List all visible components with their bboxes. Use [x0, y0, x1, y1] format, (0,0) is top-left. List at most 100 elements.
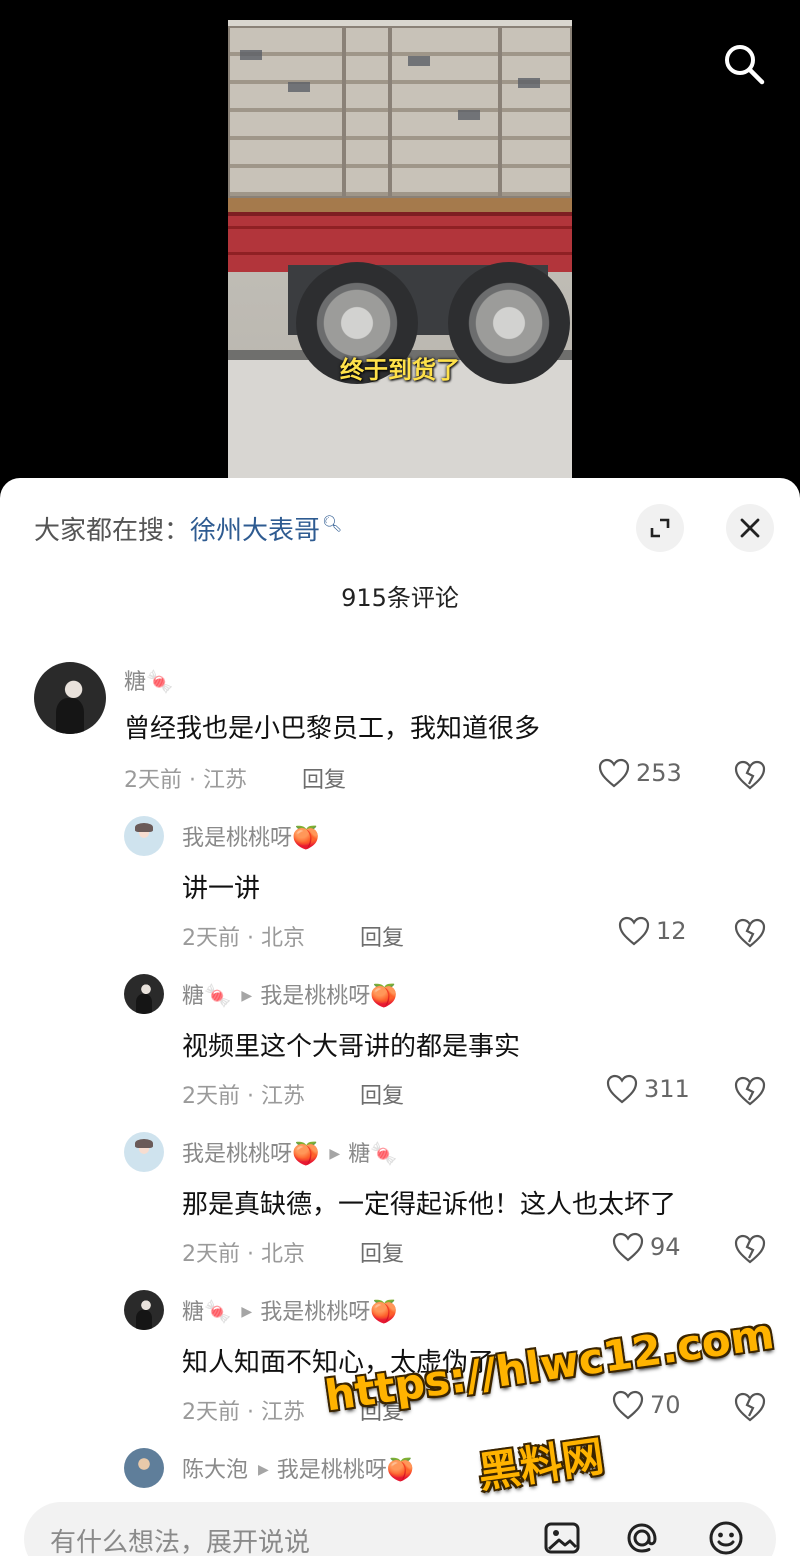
cargo-stack — [344, 26, 390, 198]
comment-meta: 2天前 · 北京 — [182, 926, 305, 951]
heart-icon — [612, 1232, 644, 1262]
comment-text: 曾经我也是小巴黎员工，我知道很多 — [124, 714, 541, 744]
image-button[interactable] — [540, 1516, 584, 1556]
avatar[interactable] — [124, 816, 164, 856]
reply-button[interactable]: 回复 — [360, 1236, 404, 1268]
search-icon: 🔍︎ — [322, 514, 343, 534]
dislike-button[interactable] — [734, 1392, 766, 1426]
reply-to-username[interactable]: 我是桃桃呀🍑 — [260, 1300, 397, 1325]
comment-input-bar[interactable]: 有什么想法，展开说说 — [24, 1502, 776, 1556]
cargo-stack — [390, 26, 500, 198]
search-button[interactable] — [722, 42, 766, 86]
heart-icon — [612, 1390, 644, 1420]
avatar[interactable] — [124, 1448, 164, 1488]
like-button[interactable]: 12 — [618, 916, 687, 946]
close-button[interactable] — [726, 504, 774, 552]
reply-button[interactable]: 回复 — [360, 1078, 404, 1110]
comment-username[interactable]: 糖🍬 — [182, 1300, 231, 1325]
trailer-stripe — [228, 252, 572, 255]
comment-username[interactable]: 我是桃桃呀🍑 — [182, 1142, 319, 1167]
like-count: 253 — [636, 759, 682, 787]
reply-item: 陈大泡 ▶ 我是桃桃呀🍑 — [0, 1448, 800, 1488]
trending-search-keyword[interactable]: 徐州大表哥 — [190, 516, 320, 546]
comment-item: 糖🍬 曾经我也是小巴黎员工，我知道很多 2天前 · 江苏 回复 253 — [0, 658, 800, 808]
trending-search[interactable]: 大家都在搜：徐州大表哥 🔍︎ — [34, 510, 342, 547]
video-player[interactable]: 终于到货了 — [0, 0, 800, 490]
broken-heart-icon — [734, 760, 766, 790]
comment-text: 那是真缺德，一定得起诉他！这人也太坏了 — [182, 1190, 677, 1220]
comment-meta: 2天前 · 江苏 — [182, 1084, 305, 1109]
heart-icon — [618, 916, 650, 946]
cargo-label — [408, 56, 430, 66]
cargo-stack — [500, 26, 572, 198]
reply-item: 我是桃桃呀🍑 ▶ 糖🍬 那是真缺德，一定得起诉他！这人也太坏了 2天前 · 北京 回… — [0, 1132, 800, 1282]
image-icon — [544, 1522, 580, 1554]
comment-username-line: 糖🍬 ▶ 我是桃桃呀🍑 — [182, 978, 398, 1010]
reply-arrow-icon: ▶ — [329, 1146, 341, 1162]
comment-username[interactable]: 糖🍬 — [182, 984, 231, 1009]
video-frame[interactable]: 终于到货了 — [228, 20, 572, 480]
reply-to-username[interactable]: 糖🍬 — [348, 1142, 397, 1167]
reply-arrow-icon: ▶ — [258, 1462, 269, 1478]
heart-icon — [598, 758, 630, 788]
broken-heart-icon — [734, 918, 766, 948]
reply-arrow-icon: ▶ — [241, 1304, 253, 1320]
like-count: 12 — [656, 917, 687, 945]
close-icon — [740, 518, 760, 538]
broken-heart-icon — [734, 1392, 766, 1422]
comment-text: 讲一讲 — [182, 874, 261, 904]
heart-icon — [606, 1074, 638, 1104]
reply-button[interactable]: 回复 — [302, 762, 346, 794]
comment-username[interactable]: 我是桃桃呀🍑 — [182, 820, 319, 852]
dislike-button[interactable] — [734, 760, 766, 794]
avatar[interactable] — [34, 662, 106, 734]
search-icon — [725, 45, 765, 85]
reply-to-username[interactable]: 我是桃桃呀🍑 — [277, 1458, 414, 1483]
like-count: 70 — [650, 1391, 681, 1419]
like-count: 94 — [650, 1233, 681, 1261]
comment-username[interactable]: 糖🍬 — [124, 664, 173, 696]
dislike-button[interactable] — [734, 1234, 766, 1268]
reply-button[interactable]: 回复 — [360, 920, 404, 952]
like-button[interactable]: 311 — [606, 1074, 690, 1104]
mention-button[interactable] — [620, 1516, 664, 1556]
comment-username[interactable]: 陈大泡 — [182, 1458, 248, 1483]
trailer-stripe — [228, 226, 572, 229]
avatar[interactable] — [124, 974, 164, 1014]
emoji-icon — [709, 1521, 743, 1555]
reply-to-username[interactable]: 我是桃桃呀🍑 — [260, 984, 397, 1009]
pallet — [228, 198, 572, 212]
comment-meta: 2天前 · 北京 — [182, 1242, 305, 1267]
reply-arrow-icon: ▶ — [241, 988, 253, 1004]
comment-count-title: 915条评论 — [341, 584, 459, 612]
comment-username-line: 陈大泡 ▶ 我是桃桃呀🍑 — [182, 1452, 414, 1484]
cargo-label — [458, 110, 480, 120]
video-caption: 终于到货了 — [340, 356, 460, 384]
cargo-label — [240, 50, 262, 60]
expand-icon — [650, 518, 670, 538]
like-button[interactable]: 94 — [612, 1232, 681, 1262]
comment-username-line: 糖🍬 ▶ 我是桃桃呀🍑 — [182, 1294, 398, 1326]
dislike-button[interactable] — [734, 918, 766, 952]
broken-heart-icon — [734, 1076, 766, 1106]
comment-meta: 2天前 · 江苏 — [182, 1400, 305, 1425]
avatar[interactable] — [124, 1290, 164, 1330]
reply-item: 糖🍬 ▶ 我是桃桃呀🍑 视频里这个大哥讲的都是事实 2天前 · 江苏 回复 311 — [0, 974, 800, 1124]
comment-input[interactable]: 有什么想法，展开说说 — [50, 1522, 310, 1556]
reply-item: 我是桃桃呀🍑 讲一讲 2天前 · 北京 回复 12 — [0, 816, 800, 966]
comment-username-line: 我是桃桃呀🍑 ▶ 糖🍬 — [182, 1136, 398, 1168]
cargo-label — [288, 82, 310, 92]
comment-meta: 2天前 · 江苏 — [124, 768, 247, 793]
trending-search-prefix: 大家都在搜： — [34, 516, 191, 546]
like-button[interactable]: 253 — [598, 758, 682, 788]
emoji-button[interactable] — [704, 1516, 748, 1556]
comment-text: 视频里这个大哥讲的都是事实 — [182, 1032, 521, 1062]
cargo-label — [518, 78, 540, 88]
dislike-button[interactable] — [734, 1076, 766, 1110]
avatar[interactable] — [124, 1132, 164, 1172]
like-count: 311 — [644, 1075, 690, 1103]
expand-button[interactable] — [636, 504, 684, 552]
broken-heart-icon — [734, 1234, 766, 1264]
like-button[interactable]: 70 — [612, 1390, 681, 1420]
at-icon — [627, 1523, 657, 1553]
